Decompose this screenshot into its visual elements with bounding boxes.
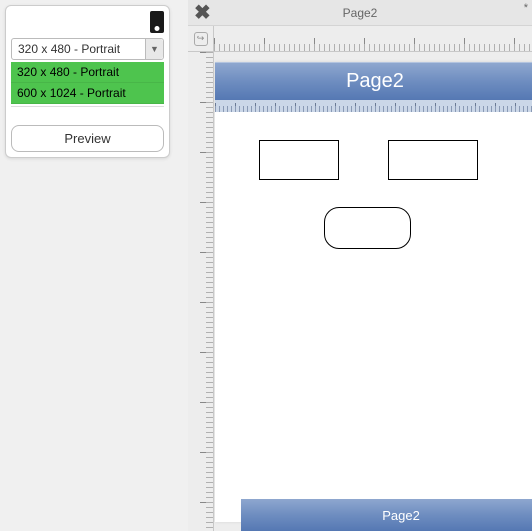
- modified-indicator: *: [524, 2, 528, 14]
- cutoff-row: [11, 106, 164, 117]
- tab-title: Page2: [343, 6, 378, 20]
- horizontal-ruler: [214, 26, 532, 52]
- rounded-rect-widget[interactable]: [324, 207, 411, 249]
- resolution-options-list: 320 x 480 - Portrait 600 x 1024 - Portra…: [11, 62, 164, 104]
- ruler-corner: ↪: [188, 26, 214, 52]
- ruler-ticks: [188, 52, 213, 531]
- chevron-down-icon[interactable]: ▼: [145, 39, 163, 59]
- preview-button[interactable]: Preview: [11, 125, 164, 152]
- page-inner-ruler: [215, 100, 532, 112]
- page-frame: Page2: [215, 62, 532, 522]
- device-icon-bar: [11, 11, 164, 33]
- page-footer[interactable]: Page2: [241, 499, 532, 531]
- ruler-ticks: [214, 26, 532, 51]
- tab-titlebar: ✖ Page2 *: [188, 0, 532, 26]
- rect-widget[interactable]: [259, 140, 339, 180]
- rect-widget[interactable]: [388, 140, 478, 180]
- resolution-option[interactable]: 600 x 1024 - Portrait: [11, 83, 164, 104]
- resolution-select-value: 320 x 480 - Portrait: [12, 39, 145, 59]
- page-header[interactable]: Page2: [215, 62, 532, 100]
- vertical-ruler: [188, 52, 214, 531]
- close-icon[interactable]: ✖: [194, 0, 211, 25]
- properties-panel: 320 x 480 - Portrait ▼ 320 x 480 - Portr…: [5, 5, 170, 158]
- phone-icon[interactable]: [150, 11, 164, 33]
- resolution-option[interactable]: 320 x 480 - Portrait: [11, 62, 164, 83]
- canvas[interactable]: Page2 Page2: [214, 52, 532, 531]
- page-body[interactable]: [215, 112, 532, 522]
- designer-area: ✖ Page2 * ↪ Page2 Page2: [188, 0, 532, 531]
- export-icon[interactable]: ↪: [194, 32, 208, 46]
- resolution-select[interactable]: 320 x 480 - Portrait ▼: [11, 38, 164, 60]
